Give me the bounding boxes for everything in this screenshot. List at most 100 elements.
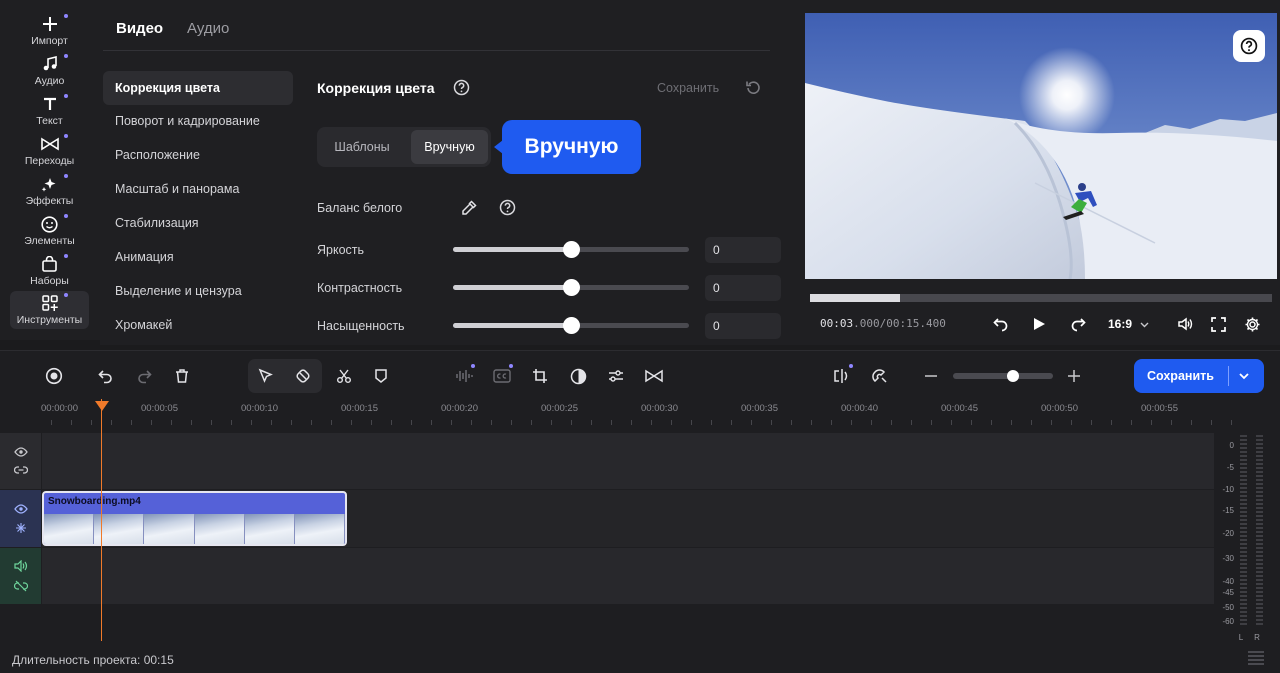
playback-progress-bar[interactable] <box>810 294 1272 302</box>
help-circle-icon[interactable] <box>453 79 470 96</box>
tab-audio[interactable]: Аудио <box>187 20 229 37</box>
select-tool-button[interactable] <box>253 363 279 389</box>
track-audio[interactable] <box>42 548 1214 604</box>
menu-item-rotate-crop[interactable]: Поворот и кадрирование <box>103 104 293 138</box>
sparkle-settings-icon[interactable] <box>15 522 27 534</box>
video-clip[interactable]: Snowboarding.mp4 <box>42 491 347 546</box>
zoom-out-button[interactable] <box>918 363 944 389</box>
slider-knob[interactable] <box>563 241 580 258</box>
sidebar-item-text[interactable]: Текст <box>10 92 89 130</box>
ripple-tool-button[interactable] <box>290 363 316 389</box>
reset-icon[interactable] <box>745 79 762 96</box>
saturation-input[interactable]: 0 <box>705 313 781 339</box>
audio-wave-button[interactable] <box>451 363 477 389</box>
plus-icon <box>1067 369 1081 383</box>
fullscreen-button[interactable] <box>1208 314 1228 334</box>
scissors-icon <box>336 368 352 384</box>
ruler-tick <box>571 420 572 425</box>
redo-button[interactable] <box>131 363 157 389</box>
sidebar-item-sets[interactable]: Наборы <box>10 252 89 290</box>
mode-manual-button[interactable]: Вручную <box>411 130 488 164</box>
subtitles-button[interactable] <box>489 363 515 389</box>
speaker-icon[interactable] <box>13 560 28 572</box>
sidebar-item-tools[interactable]: Инструменты <box>10 291 89 329</box>
menu-item-animation[interactable]: Анимация <box>103 240 293 274</box>
new-badge-dot <box>64 54 68 58</box>
vu-scale-label: -45 <box>1222 588 1234 597</box>
vu-bar-right <box>1256 435 1263 627</box>
contrast-input[interactable]: 0 <box>705 275 781 301</box>
contrast-slider[interactable] <box>453 279 689 296</box>
crop-button[interactable] <box>527 363 553 389</box>
eye-icon[interactable] <box>13 447 28 457</box>
brightness-slider[interactable] <box>453 241 689 258</box>
chevron-down-icon[interactable] <box>1238 368 1250 384</box>
sliders-icon <box>608 368 624 384</box>
undo-button[interactable] <box>93 363 119 389</box>
transition-button[interactable] <box>641 363 667 389</box>
link-icon[interactable] <box>13 465 28 475</box>
ruler-tick <box>71 420 72 425</box>
tab-video[interactable]: Видео <box>116 20 163 37</box>
save-preset-button[interactable]: Сохранить <box>657 81 719 95</box>
sidebar-item-label: Импорт <box>31 35 68 47</box>
sidebar-item-audio[interactable]: Аудио <box>10 52 89 90</box>
brightness-input[interactable]: 0 <box>705 237 781 263</box>
detach-audio-icon <box>833 368 851 384</box>
zoom-slider[interactable] <box>953 370 1053 382</box>
slider-knob[interactable] <box>563 279 580 296</box>
track-overlay[interactable] <box>42 433 1214 489</box>
ruler-tick <box>1151 420 1152 425</box>
video-preview[interactable] <box>805 13 1277 279</box>
volume-button[interactable] <box>1175 314 1195 334</box>
step-forward-button[interactable] <box>1068 314 1088 334</box>
eyedropper-icon[interactable] <box>460 199 478 217</box>
menu-item-position[interactable]: Расположение <box>103 138 293 172</box>
ruler-tick <box>671 420 672 425</box>
gear-icon <box>1244 316 1261 333</box>
menu-item-highlight-censor[interactable]: Выделение и цензура <box>103 274 293 308</box>
split-button[interactable] <box>331 363 357 389</box>
menu-item-pan-zoom[interactable]: Масштаб и панорама <box>103 172 293 206</box>
sidebar-item-transitions[interactable]: Переходы <box>10 132 89 170</box>
ruler-tick <box>951 420 952 425</box>
unlink-icon[interactable] <box>13 580 28 592</box>
menu-item-stabilization[interactable]: Стабилизация <box>103 206 293 240</box>
time-total: /00:15.400 <box>879 317 946 330</box>
saturation-slider[interactable] <box>453 317 689 334</box>
cc-icon <box>493 369 511 383</box>
menu-item-color-correction[interactable]: Коррекция цвета <box>103 71 293 105</box>
color-correction-button[interactable] <box>565 363 591 389</box>
aspect-ratio-select[interactable]: 16:9 <box>1108 317 1149 331</box>
ruler-tick <box>931 420 932 425</box>
time-display: 00:03.000/00:15.400 <box>820 317 946 330</box>
menu-item-chroma-key[interactable]: Хромакей <box>103 308 293 342</box>
step-back-button[interactable] <box>991 314 1011 334</box>
crop-icon <box>532 368 548 384</box>
aspect-ratio-value: 16:9 <box>1108 317 1133 331</box>
slider-knob[interactable] <box>563 317 580 334</box>
audio-detach-button[interactable] <box>829 363 855 389</box>
eye-icon[interactable] <box>13 503 28 514</box>
marker-button[interactable] <box>368 363 394 389</box>
ruler-tick <box>331 420 332 425</box>
help-circle-icon[interactable] <box>499 199 516 216</box>
record-button[interactable] <box>41 363 67 389</box>
sidebar-item-import[interactable]: Импорт <box>10 12 89 50</box>
preview-help-button[interactable] <box>1233 30 1265 62</box>
export-save-button[interactable]: Сохранить <box>1134 359 1264 393</box>
delete-button[interactable] <box>169 363 195 389</box>
preview-settings-button[interactable] <box>1242 314 1262 334</box>
preview-panel: 00:03.000/00:15.400 16:9 <box>802 0 1280 345</box>
mode-templates-button[interactable]: Шаблоны <box>320 130 404 164</box>
slider-knob[interactable] <box>1007 370 1019 382</box>
clip-properties-button[interactable] <box>603 363 629 389</box>
play-button[interactable] <box>1029 314 1049 334</box>
sidebar-item-effects[interactable]: Эффекты <box>10 172 89 210</box>
magnet-snap-button[interactable] <box>867 363 893 389</box>
playhead-line[interactable] <box>101 399 102 641</box>
chevron-down-icon <box>1140 322 1149 328</box>
zoom-in-button[interactable] <box>1061 363 1087 389</box>
sidebar-item-elements[interactable]: Элементы <box>10 212 89 250</box>
playhead-handle[interactable] <box>95 401 109 411</box>
